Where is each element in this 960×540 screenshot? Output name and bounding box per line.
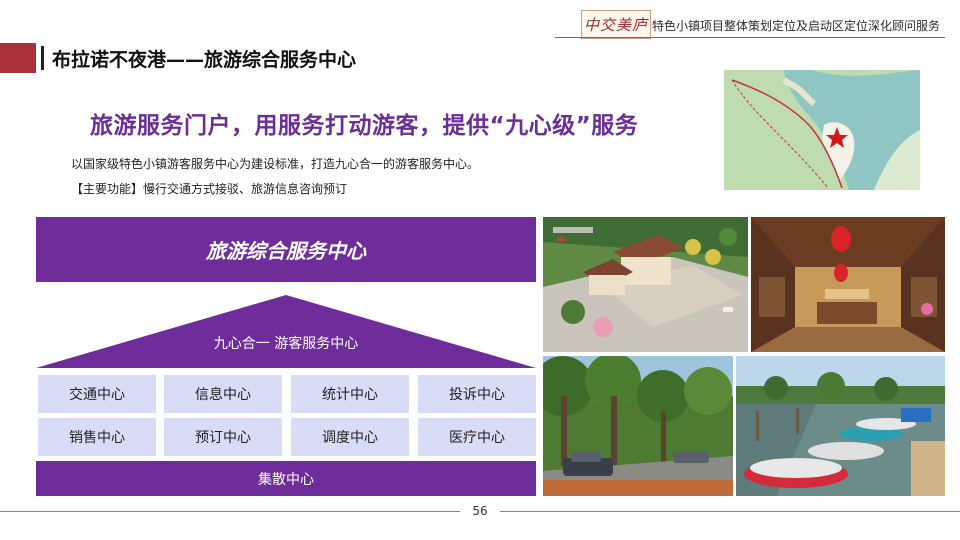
center-cell-complaints: 投诉中心 <box>418 375 536 413</box>
center-cell-dispatch: 调度中心 <box>291 418 409 456</box>
photo-park-road <box>543 356 733 496</box>
diagram-footer: 集散中心 <box>36 461 536 496</box>
description-line-2: 【主要功能】慢行交通方式接驳、旅游信息咨询预订 <box>71 182 348 196</box>
page-title: 布拉诺不夜港——旅游综合服务中心 <box>52 49 357 71</box>
header-divider <box>555 37 945 38</box>
brand-logo: 中交美庐 <box>581 10 651 39</box>
diagram-header: 旅游综合服务中心 <box>36 217 536 282</box>
title-accent-bar <box>0 43 36 73</box>
location-map <box>724 70 920 190</box>
center-cell-statistics: 统计中心 <box>291 375 409 413</box>
photo-aerial-rendering <box>543 217 748 352</box>
description-line-1: 以国家级特色小镇游客服务中心为建设标准，打造九心合一的游客服务中心。 <box>71 157 480 171</box>
footer-divider-left <box>0 511 460 512</box>
center-cell-sales: 销售中心 <box>38 418 156 456</box>
page-number: 56 <box>472 504 488 518</box>
center-cell-medical: 医疗中心 <box>418 418 536 456</box>
center-cell-booking: 预订中心 <box>164 418 282 456</box>
center-cell-traffic: 交通中心 <box>38 375 156 413</box>
photo-harbor-boats <box>736 356 945 496</box>
pyramid-label: 九心合一 游客服务中心 <box>213 336 359 352</box>
brand-title: 特色小镇项目整体策划定位及启动区定位深化顾问服务 <box>652 19 941 33</box>
brand-calligraphy: 中交美庐 <box>583 16 648 34</box>
headline: 旅游服务门户，用服务打动游客，提供“九心级”服务 <box>90 113 639 139</box>
center-cell-information: 信息中心 <box>164 375 282 413</box>
pyramid-roof <box>36 295 536 368</box>
footer-divider-right <box>500 511 960 512</box>
photo-interior <box>751 217 945 352</box>
title-tick <box>41 46 44 70</box>
